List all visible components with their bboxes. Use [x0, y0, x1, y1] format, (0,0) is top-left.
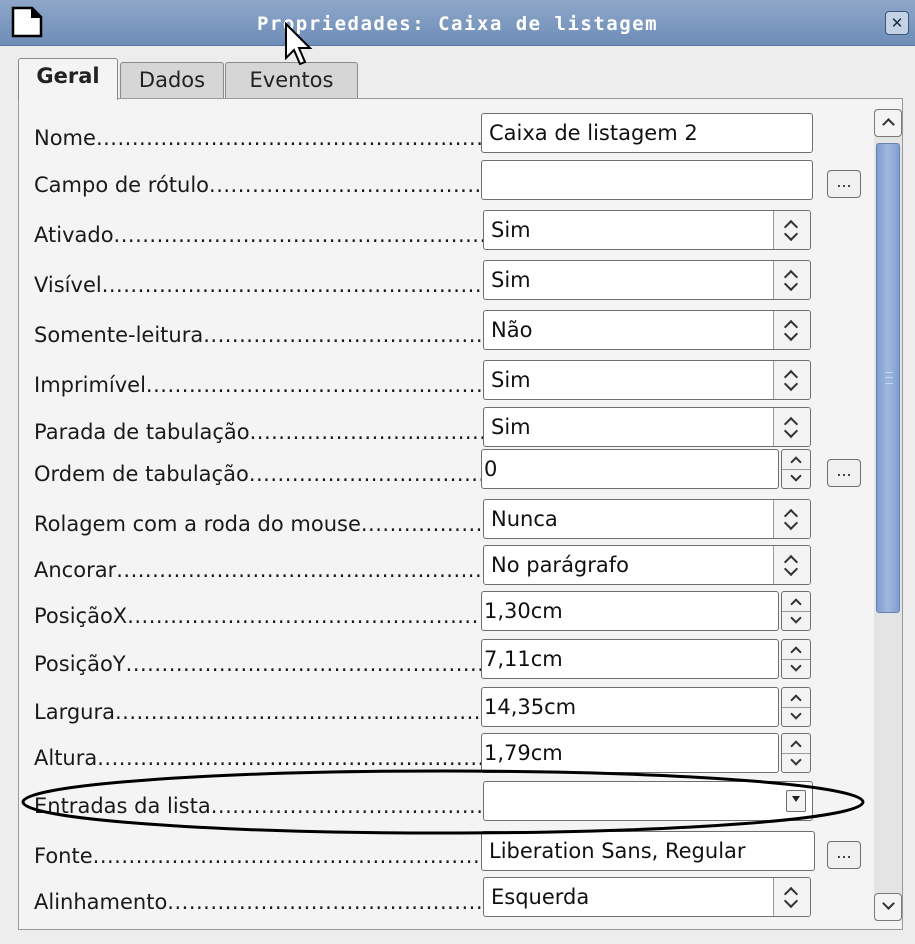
property-row-posicao-y: PosiçãoY 7,11cm [19, 637, 879, 681]
alinhamento-select[interactable]: Esquerda [483, 877, 811, 917]
parada-de-tabulacao-select[interactable]: Sim [483, 407, 811, 447]
property-label: Entradas da lista [34, 793, 484, 819]
property-row-imprimivel: Imprimível Sim [19, 358, 879, 402]
property-label: Fonte [34, 843, 484, 869]
property-row-somente-leitura: Somente-leitura Não [19, 308, 879, 352]
imprimivel-select[interactable]: Sim [483, 360, 811, 400]
spin-up-icon[interactable] [782, 640, 810, 660]
spin-down-icon[interactable] [782, 753, 810, 772]
property-label: Somente-leitura [34, 322, 484, 348]
select-value: No parágrafo [491, 553, 630, 577]
tab-geral[interactable]: Geral [18, 58, 118, 100]
largura-input[interactable]: 14,35cm [481, 687, 779, 727]
updown-icon [773, 361, 810, 399]
property-label: Imprimível [34, 372, 484, 398]
property-label: Ancorar [34, 557, 484, 583]
updown-icon [773, 211, 810, 249]
vertical-scrollbar[interactable] [874, 109, 902, 921]
property-label: Largura [34, 699, 484, 725]
property-row-campo-de-rotulo: Campo de rótulo ... [19, 158, 879, 202]
property-row-parada-de-tabulacao: Parada de tabulação Sim [19, 405, 879, 449]
ativado-select[interactable]: Sim [483, 210, 811, 250]
property-row-nome: Nome Caixa de listagem 2 [19, 111, 879, 155]
fonte-input[interactable]: Liberation Sans, Regular [481, 831, 815, 871]
close-button[interactable]: ✕ [885, 11, 909, 35]
property-row-posicao-x: PosiçãoX 1,30cm [19, 589, 879, 633]
grip-icon [885, 372, 893, 384]
somente-leitura-select[interactable]: Não [483, 310, 811, 350]
property-label: PosiçãoX [34, 603, 484, 629]
dropdown-arrow-icon[interactable] [786, 790, 806, 812]
updown-icon [773, 878, 810, 916]
property-label: Ordem de tabulação [34, 461, 484, 487]
rolagem-select[interactable]: Nunca [483, 499, 811, 539]
select-value: Esquerda [491, 885, 590, 909]
property-label: Ativado [34, 222, 484, 248]
select-value: Não [491, 318, 533, 342]
select-value: Sim [491, 268, 531, 292]
largura-stepper[interactable] [781, 687, 811, 727]
altura-stepper[interactable] [781, 733, 811, 773]
scroll-down-icon[interactable] [874, 893, 902, 921]
fonte-ellipsis-button[interactable]: ... [827, 841, 861, 869]
updown-icon [773, 500, 810, 538]
campo-de-rotulo-ellipsis-button[interactable]: ... [827, 170, 861, 198]
select-value: Sim [491, 218, 531, 242]
entradas-da-lista-dropdown[interactable] [483, 781, 813, 821]
spin-down-icon[interactable] [782, 707, 810, 726]
property-row-ancorar: Ancorar No parágrafo [19, 543, 879, 587]
property-label: PosiçãoY [34, 651, 484, 677]
nome-input[interactable]: Caixa de listagem 2 [481, 113, 813, 153]
title-bar: Propriedades: Caixa de listagem ✕ [0, 0, 915, 46]
ordem-de-tabulacao-ellipsis-button[interactable]: ... [827, 459, 861, 487]
updown-icon [773, 408, 810, 446]
select-value: Nunca [491, 507, 558, 531]
property-row-altura: Altura 1,79cm [19, 731, 879, 775]
posicao-y-input[interactable]: 7,11cm [481, 639, 779, 679]
property-label: Visível [34, 272, 484, 298]
spin-down-icon[interactable] [782, 611, 810, 630]
property-label: Parada de tabulação [34, 419, 484, 445]
property-row-ordem-de-tabulacao: Ordem de tabulação 0 ... [19, 447, 879, 491]
spin-up-icon[interactable] [782, 734, 810, 754]
updown-icon [773, 546, 810, 584]
altura-input[interactable]: 1,79cm [481, 733, 779, 773]
window-title: Propriedades: Caixa de listagem [256, 13, 659, 35]
property-row-entradas-da-lista: Entradas da lista [19, 779, 879, 823]
spin-up-icon[interactable] [782, 450, 810, 470]
property-label: Altura [34, 745, 484, 771]
scroll-up-icon[interactable] [874, 109, 902, 137]
posicao-y-stepper[interactable] [781, 639, 811, 679]
property-row-rolagem: Rolagem com a roda do mouse Nunca [19, 497, 879, 541]
ordem-de-tabulacao-stepper[interactable] [781, 449, 811, 489]
visivel-select[interactable]: Sim [483, 260, 811, 300]
property-row-ativado: Ativado Sim [19, 208, 879, 252]
spin-down-icon[interactable] [782, 659, 810, 678]
tab-dados[interactable]: Dados [120, 62, 224, 98]
ancorar-select[interactable]: No parágrafo [483, 545, 811, 585]
posicao-x-input[interactable]: 1,30cm [481, 591, 779, 631]
property-row-visivel: Visível Sim [19, 258, 879, 302]
spin-down-icon[interactable] [782, 469, 810, 488]
property-label: Rolagem com a roda do mouse [34, 511, 484, 537]
scrollbar-thumb[interactable] [876, 143, 900, 613]
property-label: Campo de rótulo [34, 172, 484, 198]
property-row-fonte: Fonte Liberation Sans, Regular ... [19, 829, 879, 873]
property-label: Nome [34, 125, 484, 151]
select-value: Sim [491, 415, 531, 439]
properties-panel: Nome Caixa de listagem 2 Campo de rótulo… [18, 98, 903, 930]
property-row-alinhamento: Alinhamento Esquerda [19, 875, 879, 919]
ordem-de-tabulacao-input[interactable]: 0 [481, 449, 779, 489]
updown-icon [773, 311, 810, 349]
posicao-x-stepper[interactable] [781, 591, 811, 631]
mouse-pointer-icon [285, 22, 313, 66]
spin-up-icon[interactable] [782, 592, 810, 612]
campo-de-rotulo-input[interactable] [481, 160, 813, 200]
spin-up-icon[interactable] [782, 688, 810, 708]
property-label: Alinhamento [34, 889, 484, 915]
property-row-largura: Largura 14,35cm [19, 685, 879, 729]
select-value: Sim [491, 368, 531, 392]
updown-icon [773, 261, 810, 299]
